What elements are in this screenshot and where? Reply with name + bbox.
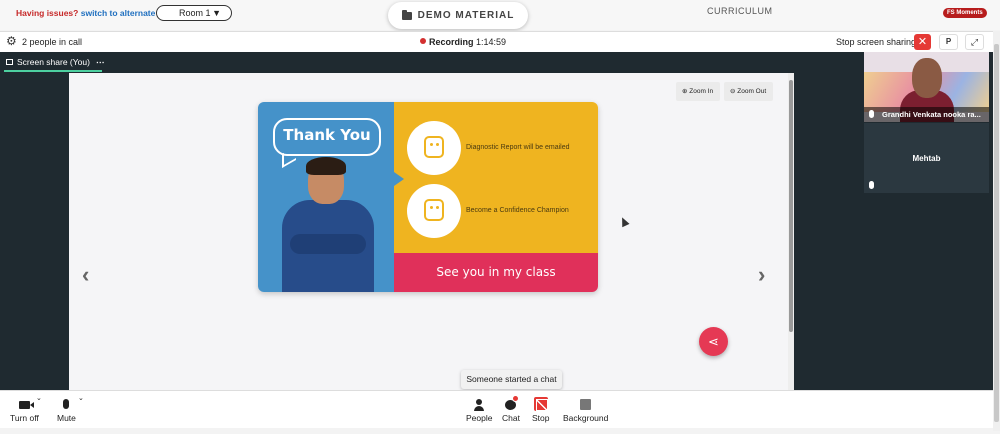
background-button[interactable]: Background — [563, 397, 608, 423]
share-icon: ⋖ — [708, 334, 719, 349]
robot-champion-icon — [407, 184, 461, 238]
previous-slide-icon[interactable]: ‹ — [82, 262, 89, 288]
background-icon — [580, 399, 592, 410]
microphone-icon — [63, 399, 70, 409]
close-icon: ✕ — [917, 36, 928, 48]
mic-icon — [869, 181, 874, 189]
turn-off-label: Turn off — [10, 413, 39, 423]
slide-item-champion: Become a Confidence Champion — [466, 207, 569, 214]
zoom-in-label: Zoom In — [689, 88, 714, 95]
teacher-arms — [290, 234, 366, 254]
teacher-photo — [282, 157, 374, 292]
tab-demo-material-label: DEMO MATERIAL — [417, 10, 515, 21]
people-button[interactable]: People — [466, 397, 492, 423]
page-scroll-thumb[interactable] — [994, 44, 999, 422]
share-button[interactable]: ⋖ — [699, 327, 728, 356]
slide-item-report: Diagnostic Report will be emailed — [466, 144, 570, 151]
folder-icon — [401, 9, 412, 20]
room-select-value: Room 1 — [179, 8, 211, 18]
more-options-icon[interactable]: ⋯ — [96, 57, 105, 67]
robot-report-icon — [407, 121, 461, 175]
recording-time: 1:14:59 — [476, 37, 507, 47]
stop-screen-sharing-label: Stop screen sharing — [836, 37, 917, 47]
content-scroll-thumb[interactable] — [789, 80, 793, 332]
tab-screen-share[interactable]: Screen share (You) ⋯ — [6, 57, 104, 68]
next-slide-icon[interactable]: › — [758, 262, 765, 288]
camera-icon — [18, 401, 34, 409]
people-icon — [474, 399, 485, 411]
recording-dot-icon — [420, 38, 426, 44]
mic-icon — [869, 110, 874, 118]
stop-share-button[interactable]: Stop — [532, 397, 550, 423]
slide-right-panel: Diagnostic Report will be emailed Become… — [394, 102, 598, 253]
recording-status: Recording 1:14:59 — [420, 37, 506, 47]
bottom-controls: Turn off ⌄ Mute ⌄ People Chat Stop Backg… — [0, 390, 993, 428]
screen-icon — [6, 59, 13, 65]
p-button[interactable]: P — [939, 34, 958, 50]
zoom-in-button[interactable]: ⊕ Zoom In — [676, 82, 720, 101]
share-tab-strip: Screen share (You) ⋯ — [0, 52, 862, 72]
stop-label: Stop — [532, 413, 550, 423]
zoom-out-label: Zoom Out — [737, 88, 767, 95]
robot-icon-1 — [424, 136, 444, 158]
participant-name-2: Mehtab — [912, 154, 941, 163]
background-label: Background — [563, 413, 609, 423]
mute-button[interactable]: Mute — [57, 397, 76, 423]
stop-share-icon — [533, 397, 548, 411]
gear-icon[interactable]: ⚙ — [6, 35, 17, 47]
slide-pointer-shape — [394, 172, 404, 186]
robot-icon-2 — [424, 199, 444, 221]
tab-screen-share-label: Screen share (You) — [17, 57, 90, 67]
slide-footer: See you in my class — [394, 253, 598, 292]
mute-label: Mute — [57, 413, 76, 423]
zoom-out-icon: ⊖ — [730, 88, 736, 95]
chat-toast: Someone started a chat — [461, 370, 562, 389]
expand-icon[interactable]: ⤢ — [965, 34, 984, 50]
call-bar: ⚙ 2 people in call Recording 1:14:59 Sto… — [0, 31, 993, 52]
zoom-out-button[interactable]: ⊖ Zoom Out — [724, 82, 773, 101]
stop-sharing-button[interactable]: ✕ — [914, 34, 931, 50]
room-select[interactable]: Room 1 ▼ — [156, 5, 232, 21]
issues-text: Having issues? — [16, 8, 79, 18]
camera-options-chevron-icon[interactable]: ⌄ — [36, 394, 42, 402]
participant-face — [912, 58, 942, 98]
zoom-in-icon: ⊕ — [682, 88, 688, 95]
slide: Thank You Diagnostic Report will be emai… — [258, 102, 598, 292]
active-tab-indicator — [4, 70, 102, 72]
teacher-hair — [306, 157, 346, 175]
people-label: People — [466, 413, 493, 423]
tab-curriculum[interactable]: CURRICULUM — [707, 6, 773, 16]
chat-notification-badge — [512, 395, 519, 402]
people-count: 2 people in call — [22, 37, 83, 47]
participant-name-1: Grandhi Venkata nooka ra... — [882, 110, 981, 119]
recording-label: Recording — [429, 37, 474, 47]
issues-notice: Having issues? switch to alternate room — [16, 8, 179, 18]
fs-moments-badge[interactable]: FS Moments — [943, 8, 987, 18]
tab-demo-material[interactable]: DEMO MATERIAL — [388, 2, 528, 29]
chat-label: Chat — [502, 413, 520, 423]
turn-off-camera-button[interactable]: Turn off — [10, 397, 39, 423]
mic-options-chevron-icon[interactable]: ⌄ — [78, 394, 84, 402]
caret-down-icon: ▼ — [212, 8, 221, 18]
speech-bubble-text: Thank You — [283, 126, 371, 144]
slide-left-panel: Thank You — [258, 102, 394, 292]
